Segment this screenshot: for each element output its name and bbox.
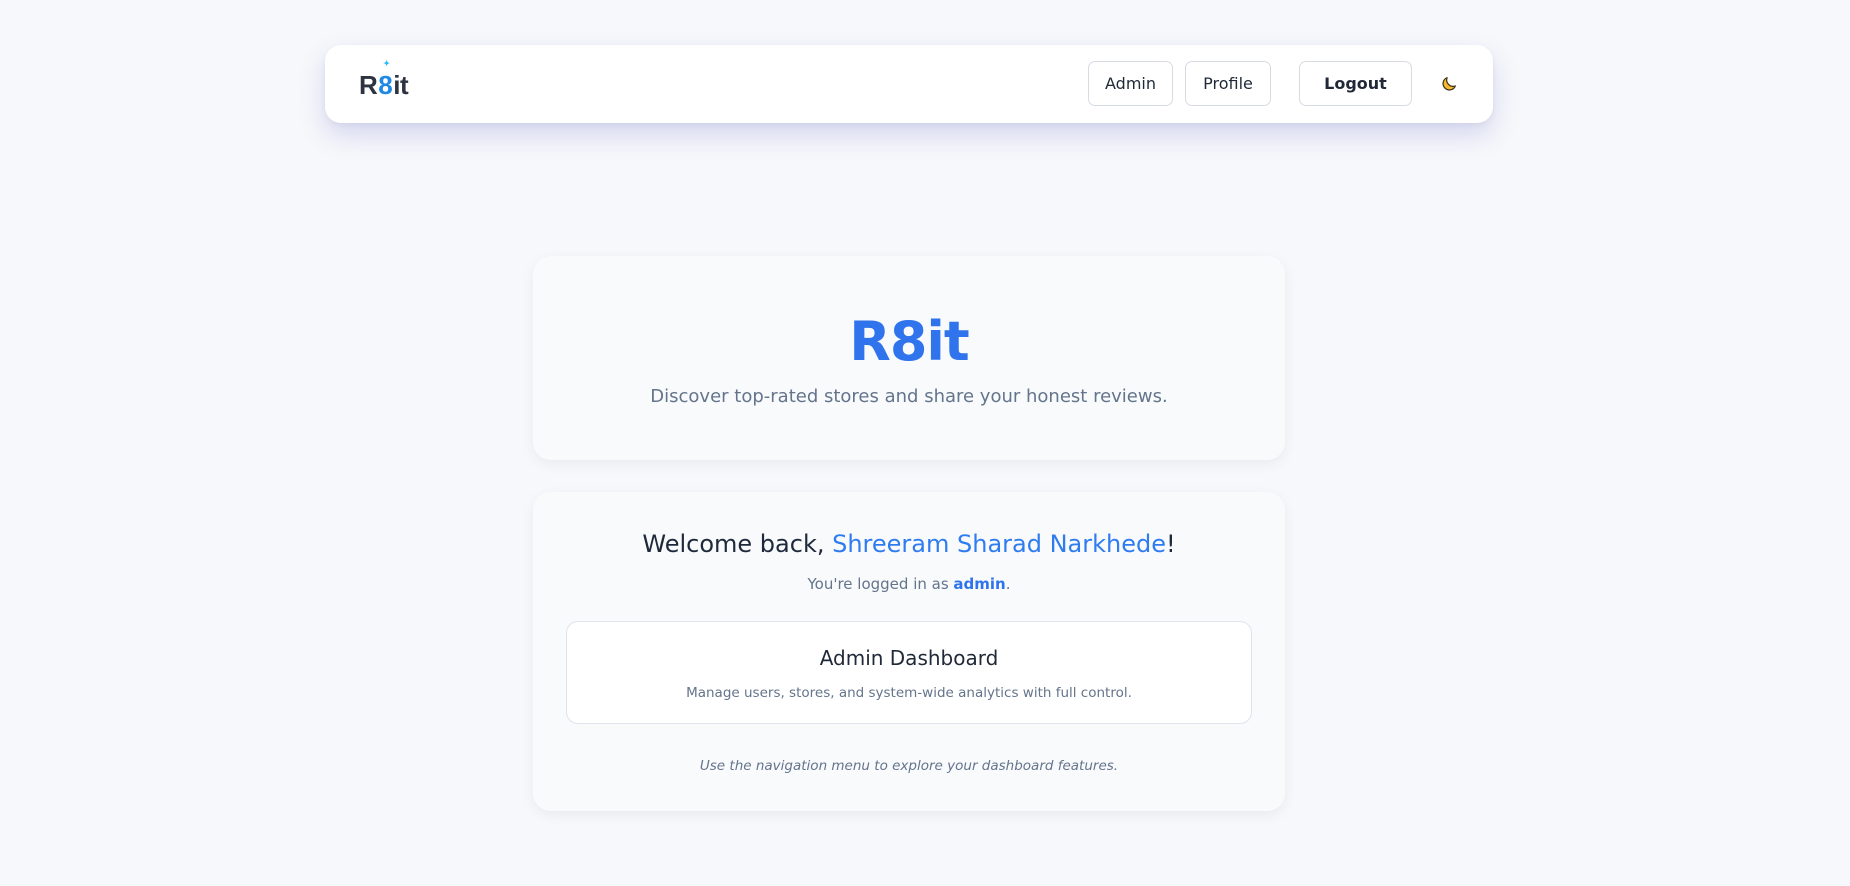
dashboard-card-title: Admin Dashboard [819,646,999,670]
logged-in-suffix: . [1005,575,1011,593]
user-name: Shreeram Sharad Narkhede [832,530,1166,558]
r8it-logo[interactable]: R ✦ 8 it [359,60,409,103]
admin-button[interactable]: Admin [1088,61,1173,106]
top-navbar: R ✦ 8 it Admin Profile Logout [325,45,1493,123]
logo-suffix: it [393,70,409,100]
logo-spark-icon: ✦ [383,59,390,68]
logo-letter-r: R [359,70,378,100]
dashboard-card-description: Manage users, stores, and system-wide an… [686,685,1132,701]
profile-button[interactable]: Profile [1185,61,1271,106]
logo-eight-text: 8 [378,70,393,100]
moon-icon [1442,77,1456,91]
logged-in-status: You're logged in as admin. [533,575,1285,593]
theme-toggle-button[interactable] [1437,72,1461,96]
welcome-heading: Welcome back, Shreeram Sharad Narkhede! [533,530,1285,558]
logo-eight: ✦ 8 [378,60,393,103]
welcome-suffix: ! [1165,530,1176,558]
welcome-card: Welcome back, Shreeram Sharad Narkhede! … [533,492,1285,811]
hero-subtitle: Discover top-rated stores and share your… [650,386,1168,407]
admin-dashboard-card[interactable]: Admin Dashboard Manage users, stores, an… [566,621,1252,724]
welcome-prefix: Welcome back, [642,530,833,558]
logout-button[interactable]: Logout [1299,61,1412,106]
hero-card: R8it Discover top-rated stores and share… [533,256,1285,460]
hero-title: R8it [849,310,969,373]
navigation-hint: Use the navigation menu to explore your … [699,758,1119,774]
user-role: admin [953,575,1006,593]
logged-in-prefix: You're logged in as [807,575,954,593]
